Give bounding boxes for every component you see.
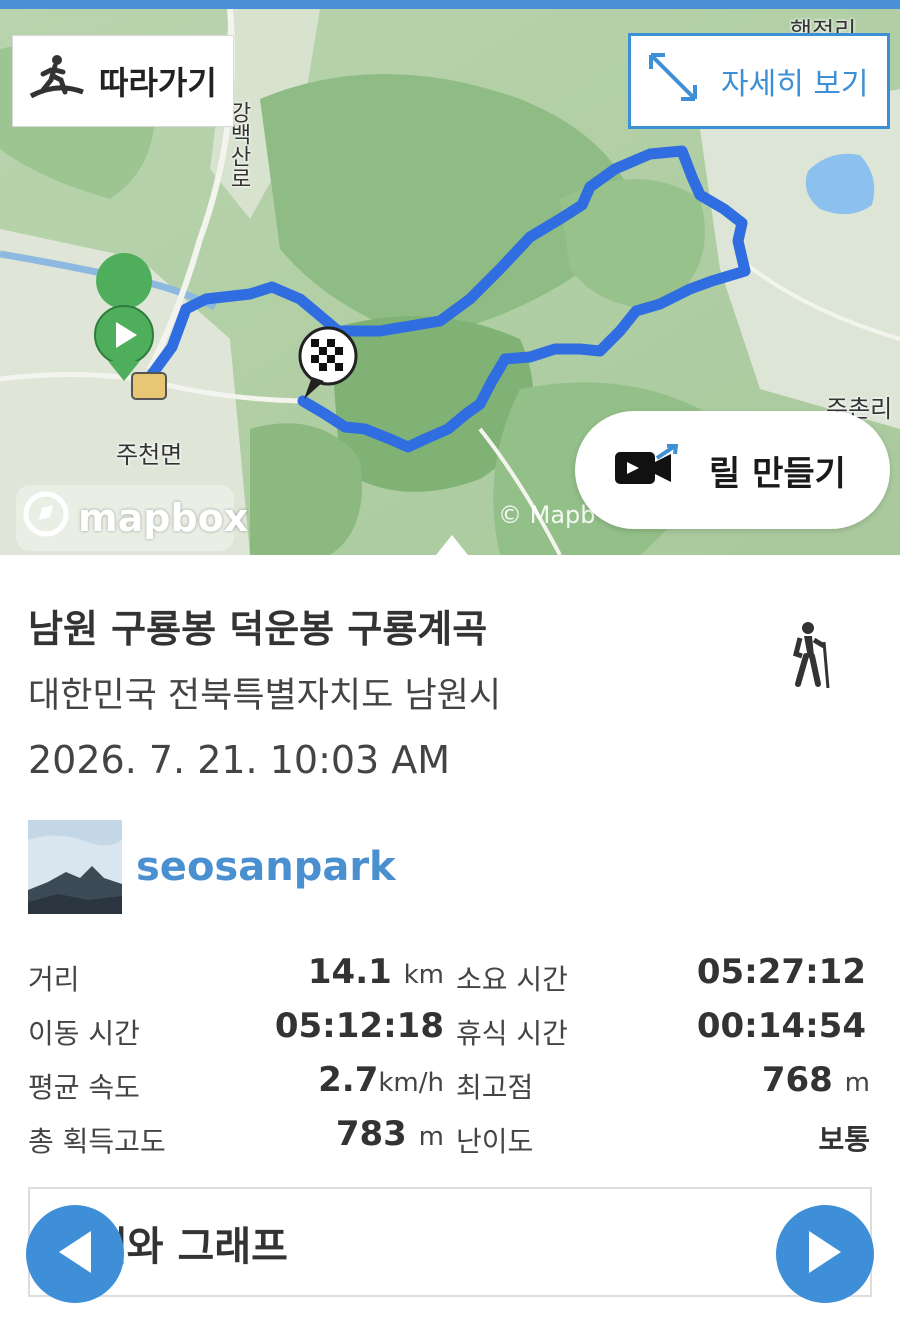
- arrow-right-icon: [803, 1227, 847, 1281]
- username-link[interactable]: seosanpark: [136, 844, 396, 890]
- carousel-next-button[interactable]: [776, 1205, 874, 1303]
- difficulty-label: 난이도: [456, 1125, 534, 1158]
- avg-speed-value: 2.7km/h: [318, 1060, 444, 1100]
- max-elevation-label: 최고점: [456, 1071, 534, 1104]
- route-map[interactable]: 강백산로 주천면 행정리 주촌리 따라가기 자세히 보기 mapbox © Ma…: [0, 9, 900, 555]
- moving-time-value: 05:12:18: [274, 1006, 444, 1046]
- view-detail-label: 자세히 보기: [721, 67, 869, 102]
- track-datetime: 2026. 7. 21. 10:03 AM: [28, 738, 451, 782]
- user-avatar[interactable]: [28, 820, 122, 914]
- mapbox-logo-text: mapbox: [78, 496, 249, 540]
- distance-label: 거리: [28, 963, 80, 996]
- make-reel-button[interactable]: 릴 만들기: [575, 411, 890, 529]
- follow-hiker-icon: [29, 52, 85, 110]
- video-camera-icon: [613, 442, 679, 497]
- max-elevation-value: 768 m: [761, 1060, 870, 1100]
- distance-value: 14.1 km: [307, 952, 444, 992]
- moving-time-label: 이동 시간: [28, 1017, 140, 1050]
- hiking-icon: [784, 620, 836, 694]
- expand-icon: [643, 47, 703, 115]
- mapbox-logo[interactable]: mapbox: [16, 485, 248, 551]
- track-title: 남원 구룡봉 덕운봉 구룡계곡: [28, 607, 488, 651]
- total-time-label: 소요 시간: [456, 963, 568, 996]
- rest-time-label: 휴식 시간: [456, 1017, 568, 1050]
- total-time-value: 05:27:12: [696, 952, 866, 992]
- mapbox-compass-icon: [22, 490, 70, 547]
- view-detail-button[interactable]: 자세히 보기: [628, 33, 890, 129]
- arrow-left-icon: [53, 1227, 97, 1281]
- total-ascent-label: 총 획득고도: [28, 1125, 166, 1158]
- track-region: 대한민국 전북특별자치도 남원시: [28, 676, 502, 716]
- map-pointer: [436, 535, 468, 555]
- make-reel-label: 릴 만들기: [709, 453, 846, 494]
- rest-time-value: 00:14:54: [696, 1006, 866, 1046]
- top-accent-bar: [0, 0, 900, 9]
- town-label: 주천면: [116, 441, 183, 469]
- difficulty-value: 보통: [818, 1123, 870, 1156]
- follow-label: 따라가기: [99, 64, 217, 102]
- avg-speed-label: 평균 속도: [28, 1071, 140, 1104]
- carousel-prev-button[interactable]: [26, 1205, 124, 1303]
- follow-button[interactable]: 따라가기: [12, 35, 234, 127]
- total-ascent-value: 783 m: [335, 1114, 444, 1154]
- map-attribution[interactable]: © Mapb: [498, 501, 596, 529]
